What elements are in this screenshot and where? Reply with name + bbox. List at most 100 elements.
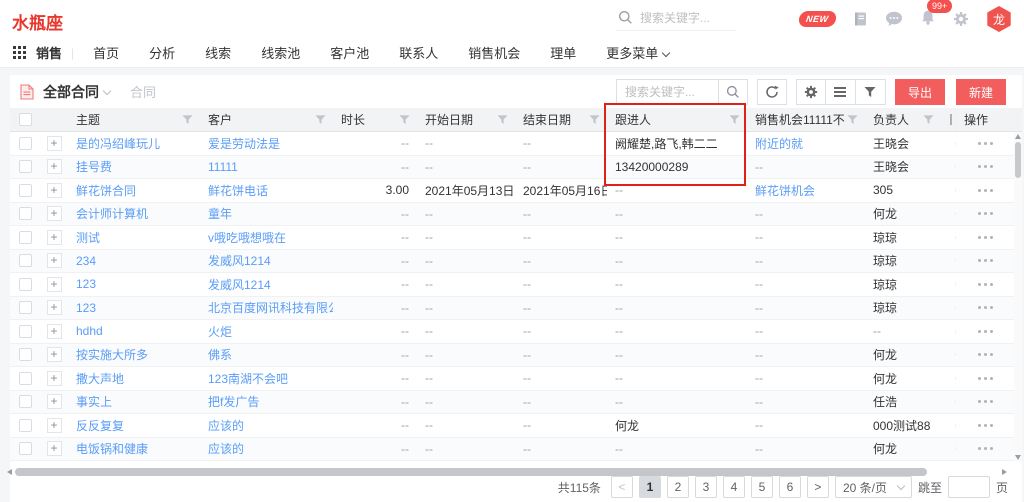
- filter-funnel-icon[interactable]: [399, 114, 410, 125]
- cell-customer[interactable]: 把f发广告: [200, 393, 333, 410]
- page-size-select[interactable]: 20 条/页: [835, 476, 912, 498]
- row-checkbox[interactable]: [19, 395, 32, 408]
- row-checkbox[interactable]: [19, 278, 32, 291]
- more-actions-icon[interactable]: [956, 165, 1014, 168]
- expand-icon[interactable]: +: [47, 324, 62, 339]
- expand-icon[interactable]: +: [47, 277, 62, 292]
- cell-customer[interactable]: 鲜花饼电话: [200, 182, 333, 199]
- cell-customer[interactable]: 佛系: [200, 346, 333, 363]
- filter-funnel-icon[interactable]: [729, 114, 740, 125]
- page-button-1[interactable]: 1: [639, 476, 661, 498]
- more-actions-icon[interactable]: [956, 306, 1014, 309]
- global-search-input[interactable]: [640, 11, 732, 25]
- list-search-input[interactable]: [617, 80, 718, 104]
- row-checkbox[interactable]: [19, 137, 32, 150]
- nav-module-label[interactable]: 销售: [36, 43, 62, 62]
- scroll-left-icon[interactable]: [7, 469, 12, 475]
- more-actions-icon[interactable]: [956, 377, 1014, 380]
- journal-icon[interactable]: [852, 11, 868, 27]
- list-view-button[interactable]: [826, 79, 856, 105]
- more-actions-icon[interactable]: [956, 236, 1014, 239]
- more-actions-icon[interactable]: [956, 447, 1014, 450]
- cell-subject[interactable]: 按实施大所多: [68, 346, 200, 363]
- row-checkbox[interactable]: [19, 231, 32, 244]
- nav-item-0[interactable]: 首页: [78, 43, 134, 62]
- list-search-button[interactable]: [718, 80, 747, 104]
- cell-customer[interactable]: 123南湖不会吧: [200, 370, 333, 387]
- refresh-button[interactable]: [757, 79, 787, 105]
- more-actions-icon[interactable]: [956, 400, 1014, 403]
- view-title[interactable]: 全部合同: [43, 82, 99, 102]
- more-actions-icon[interactable]: [956, 330, 1014, 333]
- cell-subject[interactable]: 撒大声地: [68, 370, 200, 387]
- vertical-scroll-thumb[interactable]: [1015, 142, 1021, 178]
- filter-funnel-icon[interactable]: [847, 114, 858, 125]
- cell-opportunity[interactable]: 附近的就: [747, 135, 865, 152]
- page-button-5[interactable]: 5: [751, 476, 773, 498]
- cell-customer[interactable]: 发威风1214: [200, 252, 333, 269]
- page-button-3[interactable]: 3: [695, 476, 717, 498]
- cell-subject[interactable]: hdhd: [68, 324, 200, 338]
- cell-customer[interactable]: 11111: [200, 160, 333, 174]
- row-checkbox[interactable]: [19, 254, 32, 267]
- prev-page-button[interactable]: <: [611, 476, 633, 498]
- settings-gear-icon[interactable]: [953, 11, 969, 27]
- more-actions-icon[interactable]: [956, 189, 1014, 192]
- filter-funnel-icon[interactable]: [315, 114, 326, 125]
- row-checkbox[interactable]: [19, 372, 32, 385]
- filter-funnel-icon[interactable]: [589, 114, 600, 125]
- more-actions-icon[interactable]: [956, 259, 1014, 262]
- chevron-down-icon[interactable]: [103, 86, 111, 94]
- cell-customer[interactable]: v哦吃哦想哦在: [200, 229, 333, 246]
- cell-opportunity[interactable]: 鲜花饼机会: [747, 182, 865, 199]
- row-checkbox[interactable]: [19, 207, 32, 220]
- nav-item-5[interactable]: 联系人: [384, 43, 453, 62]
- expand-icon[interactable]: +: [47, 253, 62, 268]
- filter-funnel-icon[interactable]: [497, 114, 508, 125]
- nav-item-6[interactable]: 销售机会: [453, 43, 535, 62]
- more-actions-icon[interactable]: [956, 424, 1014, 427]
- expand-icon[interactable]: +: [47, 347, 62, 362]
- row-checkbox[interactable]: [19, 301, 32, 314]
- more-actions-icon[interactable]: [956, 353, 1014, 356]
- cell-subject[interactable]: 测试: [68, 229, 200, 246]
- more-actions-icon[interactable]: [956, 212, 1014, 215]
- expand-icon[interactable]: +: [47, 206, 62, 221]
- horizontal-scrollbar[interactable]: [7, 467, 1015, 476]
- cell-subject[interactable]: 挂号费: [68, 158, 200, 175]
- select-all-checkbox[interactable]: [19, 113, 32, 126]
- nav-item-4[interactable]: 客户池: [315, 43, 384, 62]
- page-button-4[interactable]: 4: [723, 476, 745, 498]
- cell-customer[interactable]: 发威风1214: [200, 276, 333, 293]
- global-search[interactable]: [616, 7, 736, 31]
- cell-subject[interactable]: 是的冯绍峰玩儿: [68, 135, 200, 152]
- expand-icon[interactable]: +: [47, 418, 62, 433]
- jump-page-input[interactable]: [948, 476, 990, 498]
- nav-item-7[interactable]: 理单: [535, 43, 591, 62]
- nav-item-2[interactable]: 线索: [190, 43, 246, 62]
- cell-subject[interactable]: 鲜花饼合同: [68, 182, 200, 199]
- cell-customer[interactable]: 火炬: [200, 323, 333, 340]
- row-checkbox[interactable]: [19, 325, 32, 338]
- row-checkbox[interactable]: [19, 184, 32, 197]
- export-button[interactable]: 导出: [895, 79, 945, 105]
- row-checkbox[interactable]: [19, 442, 32, 455]
- next-page-button[interactable]: >: [807, 476, 829, 498]
- expand-icon[interactable]: +: [47, 136, 62, 151]
- expand-icon[interactable]: +: [47, 183, 62, 198]
- scroll-up-icon[interactable]: [1015, 134, 1021, 139]
- filter-button[interactable]: [856, 79, 886, 105]
- row-checkbox[interactable]: [19, 348, 32, 361]
- cell-customer[interactable]: 应该的: [200, 440, 333, 457]
- app-grid-icon[interactable]: [13, 46, 26, 59]
- cell-subject[interactable]: 反反复复: [68, 417, 200, 434]
- notifications-bell[interactable]: 99+: [920, 9, 936, 29]
- nav-item-1[interactable]: 分析: [134, 43, 190, 62]
- cell-subject[interactable]: 会计师计算机: [68, 205, 200, 222]
- messages-icon[interactable]: [885, 11, 903, 27]
- cell-customer[interactable]: 爱是劳动法是: [200, 135, 333, 152]
- expand-icon[interactable]: +: [47, 300, 62, 315]
- expand-icon[interactable]: +: [47, 441, 62, 456]
- scroll-down-icon[interactable]: [1015, 455, 1021, 460]
- row-checkbox[interactable]: [19, 419, 32, 432]
